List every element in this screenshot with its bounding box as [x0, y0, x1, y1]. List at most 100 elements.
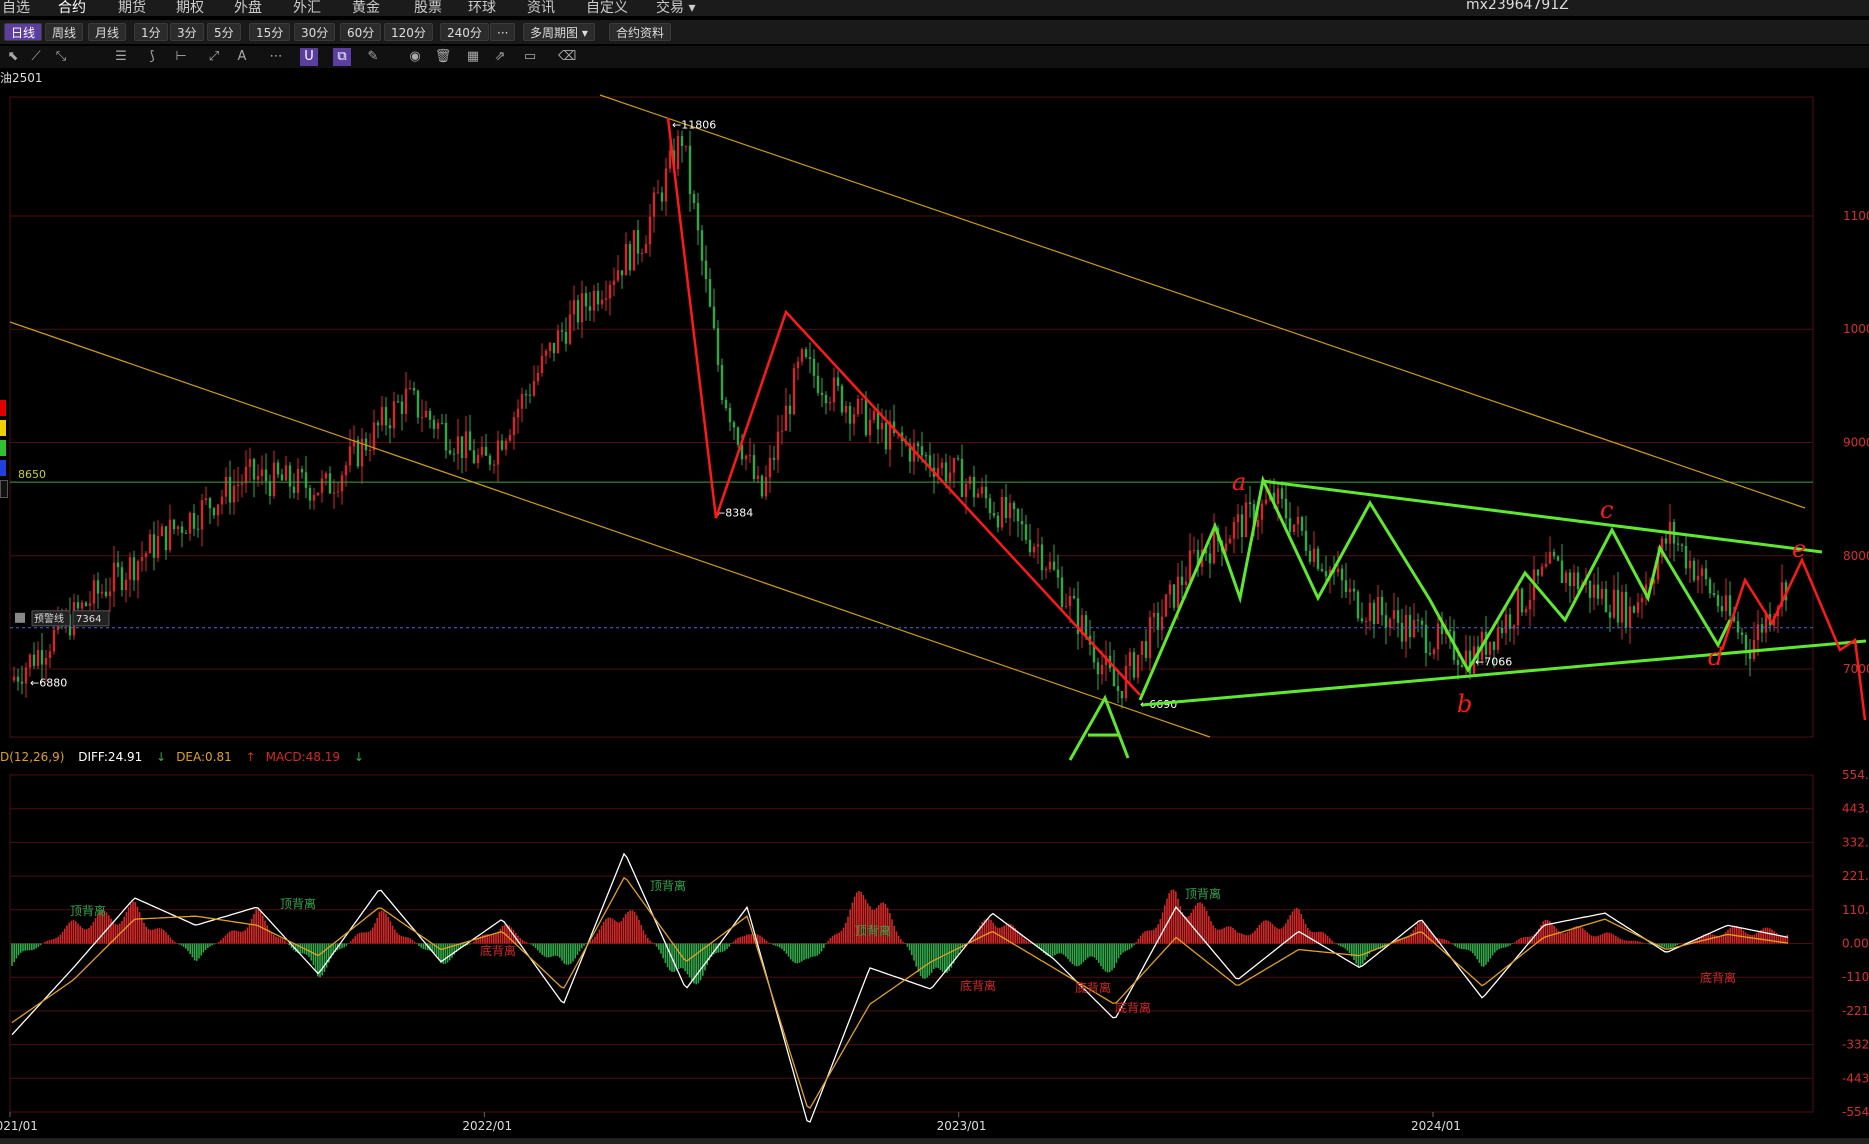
- candle-body: [1376, 596, 1380, 624]
- candle-body: [840, 385, 844, 413]
- candle-body: [1604, 588, 1608, 613]
- candle-body: [1152, 612, 1156, 618]
- candle-body: [1632, 606, 1636, 613]
- candle-body: [388, 425, 392, 429]
- candle-body: [236, 484, 240, 486]
- candle-body: [1560, 560, 1564, 584]
- annotation-layer: 8650预警线7364←11806←8384←6880←6690←7066abc…: [9, 94, 1867, 761]
- candle-body: [448, 450, 452, 454]
- candle-body: [1720, 606, 1724, 612]
- candle-body: [256, 476, 260, 480]
- candle-body: [472, 450, 476, 464]
- candle-body: [1588, 580, 1592, 598]
- candle-body: [1568, 572, 1572, 586]
- handwritten-A-shape: [1068, 694, 1130, 761]
- candle-body: [144, 553, 148, 558]
- candle-body: [408, 388, 412, 390]
- bottom-tab-bar: [0, 1138, 1869, 1144]
- candle-body: [296, 468, 300, 493]
- candle-body: [580, 293, 584, 323]
- candle-body: [848, 405, 852, 424]
- handwritten-d: d: [1708, 643, 1723, 671]
- lock-icon: [15, 612, 25, 623]
- candle-body: [232, 485, 236, 503]
- candle-body: [1740, 632, 1744, 635]
- candle-body: [496, 440, 500, 465]
- handwritten-e: e: [1792, 535, 1806, 563]
- candle-body: [852, 414, 856, 424]
- candle-body: [1172, 584, 1176, 608]
- chart-canvas[interactable]: 顶背离 顶背离底背离顶背离顶背离底背离 底背离底背离顶背离底背离 8650预警线 73…: [0, 0, 1869, 1144]
- candle-body: [1528, 599, 1532, 610]
- candle-body: [1492, 641, 1496, 650]
- candle-body: [1244, 502, 1248, 538]
- candle-body: [1628, 606, 1632, 628]
- candle-body: [940, 462, 944, 469]
- candle-body: [84, 602, 88, 606]
- candle-body: [1368, 602, 1372, 622]
- candle-body: [1156, 612, 1160, 630]
- candle-body: [244, 466, 248, 484]
- candle-body: [1372, 602, 1376, 624]
- candle-body: [588, 306, 592, 311]
- candle-body: [1680, 544, 1684, 546]
- candle-body: [992, 513, 996, 516]
- candle-body: [1180, 576, 1184, 585]
- candle-body: [1364, 621, 1368, 623]
- candle-body: [428, 410, 432, 420]
- candle-body: [384, 407, 388, 426]
- candle-body: [272, 462, 276, 496]
- candle-body: [520, 394, 524, 409]
- candle-body: [656, 192, 660, 194]
- x-tick-label: 2022/01: [462, 1119, 512, 1133]
- candle-body: [1396, 610, 1400, 623]
- candle-body: [752, 455, 756, 479]
- candle-body: [1280, 488, 1284, 499]
- candle-body: [88, 603, 92, 606]
- macd-tick-label: 443.23: [1842, 802, 1869, 816]
- candle-body: [492, 464, 496, 466]
- candle-body: [180, 526, 184, 533]
- candle-body: [1724, 595, 1728, 612]
- candle-body: [336, 491, 340, 493]
- candle-body: [1412, 619, 1416, 637]
- candle-body: [784, 405, 788, 431]
- candle-body: [368, 449, 372, 451]
- candle-body: [156, 535, 160, 558]
- y-tick-label: 11000: [1843, 209, 1869, 223]
- candle-body: [1292, 524, 1296, 532]
- candle-body: [480, 446, 484, 455]
- candle-body: [444, 422, 448, 451]
- candle-body: [172, 519, 176, 530]
- candle-body: [1744, 634, 1748, 650]
- x-tick-label: 2024/01: [1411, 1119, 1461, 1133]
- candle-body: [1188, 550, 1192, 582]
- candle-body: [988, 498, 992, 514]
- red-wave-lines: [666, 117, 1141, 696]
- candle-body: [1576, 572, 1580, 590]
- candle-body: [1552, 551, 1556, 557]
- candle-body: [1760, 624, 1764, 633]
- candle-body: [720, 364, 724, 401]
- candle-body: [1312, 548, 1316, 562]
- candle-body: [1288, 518, 1292, 532]
- candle-body: [1428, 653, 1432, 655]
- alert-label: 预警线: [34, 612, 64, 625]
- candle-body: [28, 654, 32, 668]
- candle-body: [676, 136, 680, 169]
- candle-body: [392, 401, 396, 429]
- candle-body: [1640, 597, 1644, 603]
- candle-body: [1416, 619, 1420, 621]
- divergence-label: 底背离: [480, 943, 516, 958]
- candle-body: [108, 591, 112, 597]
- candle-body: [1728, 595, 1732, 616]
- candle-body: [1516, 588, 1520, 626]
- candle-body: [1544, 563, 1548, 567]
- candle-body: [668, 150, 672, 169]
- candle-body: [404, 388, 408, 414]
- candle-body: [1132, 652, 1136, 678]
- candle-body: [328, 473, 332, 494]
- candle-body: [796, 361, 800, 369]
- candle-body: [192, 512, 196, 529]
- candle-body: [416, 390, 420, 418]
